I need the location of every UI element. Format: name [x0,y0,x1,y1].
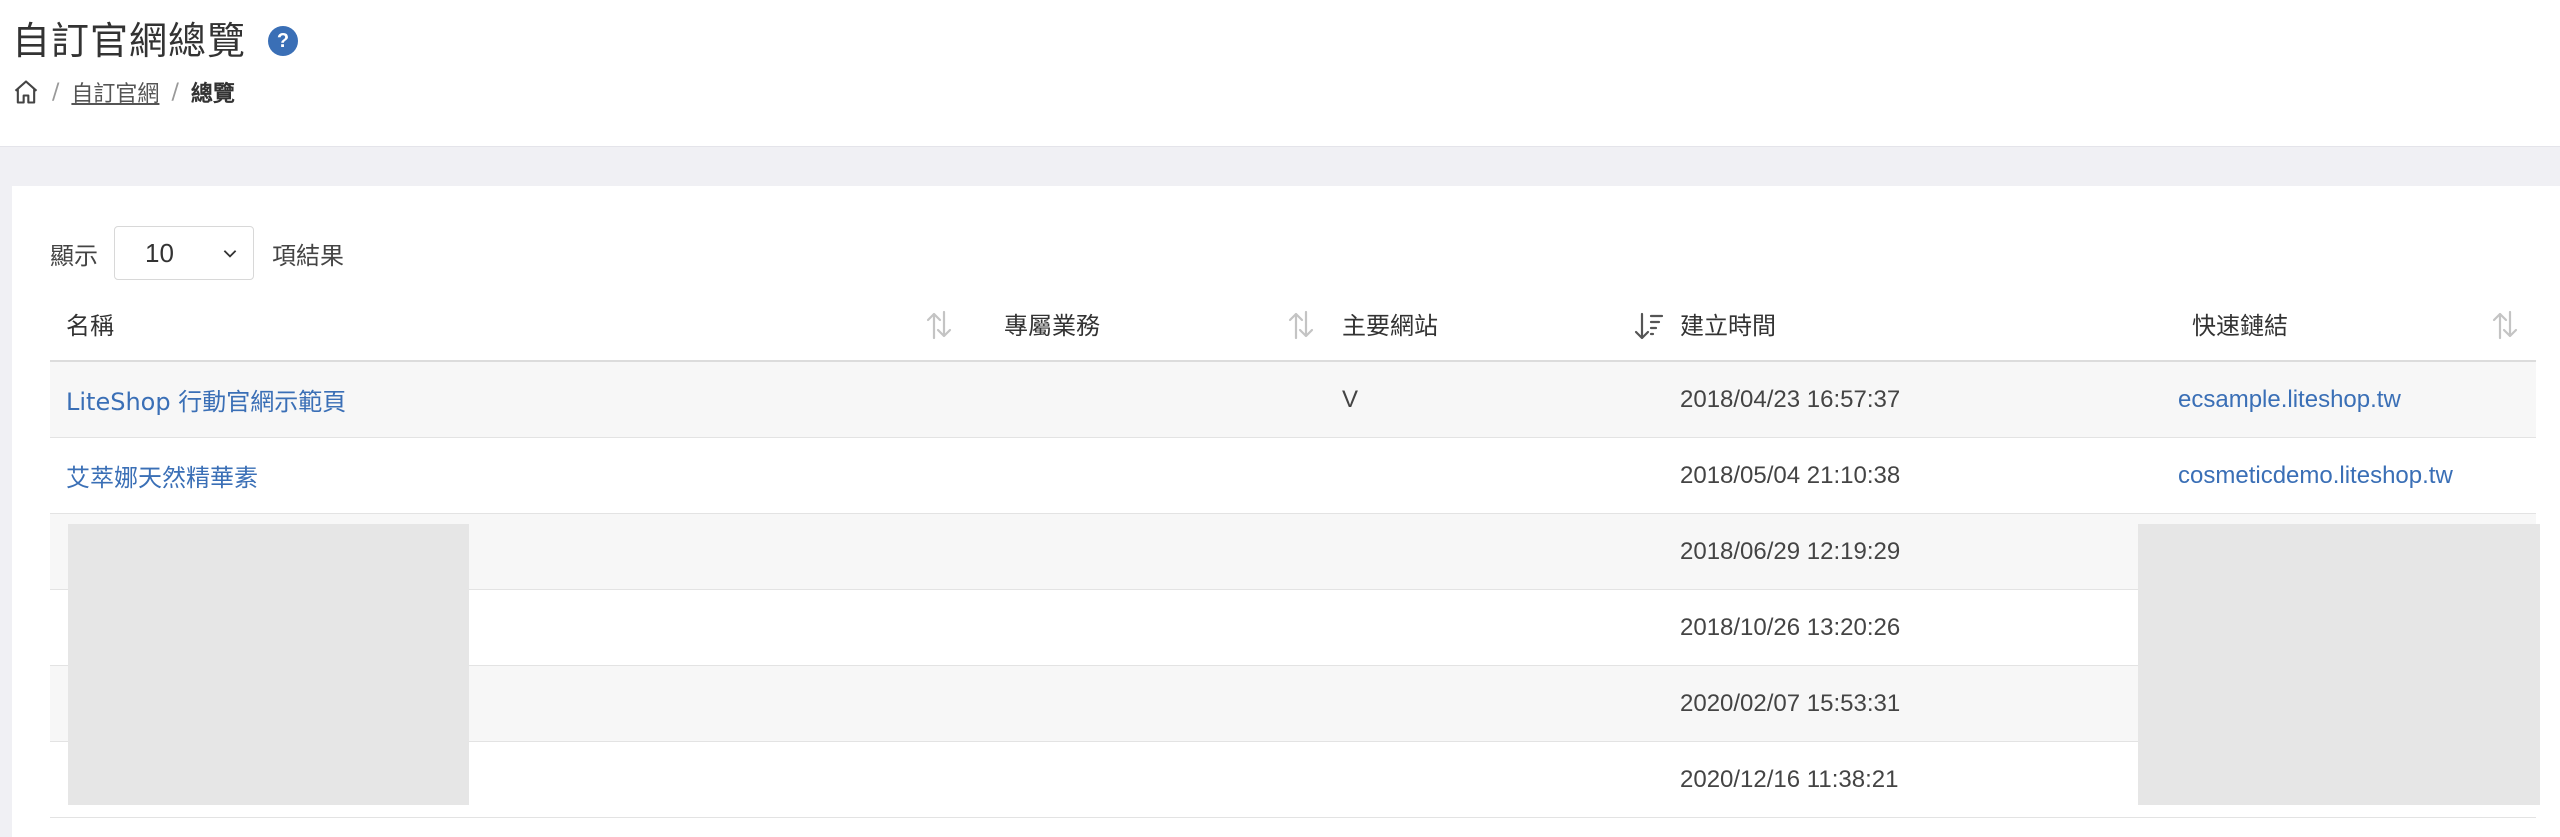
created-time-cell: 2020/02/07 15:53:31 [1680,689,1901,717]
column-header-label: 主要網站 [1342,311,1438,340]
sort-both-icon[interactable] [924,308,954,342]
column-header-label: 名稱 [66,311,114,340]
created-time-cell: 2020/12/16 11:38:21 [1680,765,1899,793]
created-time-cell: 2018/10/26 13:20:26 [1680,613,1901,641]
sort-desc-icon[interactable] [1634,308,1664,342]
redacted-names-block [68,524,469,805]
column-header-name[interactable]: 名稱 [66,286,114,360]
home-icon[interactable] [12,78,40,106]
redacted-links-block [2138,524,2540,805]
column-header-label: 建立時間 [1680,311,1776,340]
quick-link[interactable]: cosmeticdemo.liteshop.tw [2178,438,2453,513]
page-length-control: 顯示 10 項結果 [50,226,344,280]
table-row: 艾萃娜天然精華素 2018/05/04 21:10:38 cosmeticdem… [50,438,2536,514]
table-header: 名稱 專屬業務 主要網站 建立時間 快速鏈結 [50,286,2536,362]
column-header-agent[interactable]: 專屬業務 [1004,286,1100,360]
column-header-created[interactable]: 建立時間 [1680,286,1776,360]
table-row: LiteShop 行動官網示範頁 V 2018/04/23 16:57:37 e… [50,362,2536,438]
length-prefix-label: 顯示 [50,241,98,270]
page-header: 自訂官網總覽 ? / 自訂官網 / 總覽 [0,0,2560,147]
page-length-value: 10 [145,237,174,268]
breadcrumb: / 自訂官網 / 總覽 [12,76,235,108]
sites-table-card: 顯示 10 項結果 名稱 專屬業務 主要網站 建立時間 快速鏈結 LiteSho… [12,186,2560,837]
page-title: 自訂官網總覽 [12,19,247,63]
created-time-cell: 2018/06/29 12:19:29 [1680,537,1901,565]
site-name-link[interactable]: LiteShop 行動官網示範頁 [66,362,346,437]
page-length-select[interactable]: 10 [114,226,254,280]
created-time-cell: 2018/04/23 16:57:37 [1680,385,1901,413]
breadcrumb-separator: / [52,79,60,105]
column-header-main-site[interactable]: 主要網站 [1342,286,1438,360]
chevron-down-icon [221,238,239,269]
length-suffix-label: 項結果 [272,241,344,270]
sort-both-icon[interactable] [1286,308,1316,342]
main-site-cell: V [1342,385,1359,413]
column-header-quick-link[interactable]: 快速鏈結 [2192,286,2288,360]
site-name-link[interactable]: 艾萃娜天然精華素 [66,438,258,513]
help-icon[interactable]: ? [268,26,299,56]
column-header-label: 快速鏈結 [2192,311,2288,340]
quick-link[interactable]: ecsample.liteshop.tw [2178,362,2401,437]
column-header-label: 專屬業務 [1004,311,1100,340]
breadcrumb-parent-link[interactable]: 自訂官網 [71,76,159,108]
sites-table: 名稱 專屬業務 主要網站 建立時間 快速鏈結 LiteShop 行動官網示範頁 … [50,286,2540,818]
created-time-cell: 2018/05/04 21:10:38 [1680,461,1901,489]
sort-both-icon[interactable] [2490,308,2520,342]
breadcrumb-current: 總覽 [190,82,235,107]
breadcrumb-separator: / [171,79,179,105]
title-row: 自訂官網總覽 ? [12,14,299,68]
